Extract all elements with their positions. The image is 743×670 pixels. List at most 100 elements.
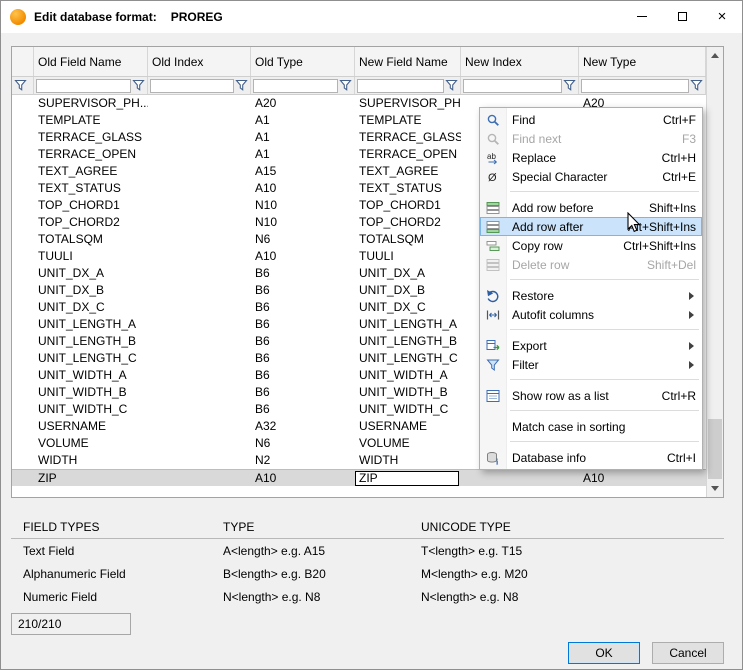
cell-new-field-name[interactable]: TEMPLATE [355,112,461,129]
cell-old-index[interactable] [148,452,251,469]
filter-input-old-index[interactable] [150,79,234,93]
filter-funnel-icon[interactable] [132,79,145,92]
cell-old-field-name[interactable]: UNIT_DX_A [34,265,148,282]
filter-input-new-field-name[interactable] [357,79,444,93]
cell-old-field-name[interactable]: USERNAME [34,418,148,435]
cell-old-field-name[interactable]: TUULI [34,248,148,265]
cell-new-field-name[interactable]: TOP_CHORD2 [355,214,461,231]
menu-item-add-row-after[interactable]: Add row after Alt+Shift+Ins [480,217,702,236]
filter-funnel-icon[interactable] [14,79,27,92]
cell-old-field-name[interactable]: UNIT_WIDTH_C [34,401,148,418]
scroll-up-button[interactable] [707,47,723,64]
cell-old-field-name[interactable]: VOLUME [34,435,148,452]
menu-item-export[interactable]: Export [480,336,702,355]
cell-old-index[interactable] [148,401,251,418]
cell-old-type[interactable]: B6 [251,333,355,350]
column-header-old-index[interactable]: Old Index [148,47,251,76]
cancel-button[interactable]: Cancel [652,642,724,664]
cell-old-field-name[interactable]: UNIT_LENGTH_A [34,316,148,333]
menu-item-add-row-before[interactable]: Add row before Shift+Ins [480,198,702,217]
table-row-selected[interactable]: ZIP A10 ZIP A10 [12,469,706,486]
filter-funnel-icon[interactable] [235,79,248,92]
cell-new-field-name[interactable]: TERRACE_GLASS [355,129,461,146]
maximize-button[interactable] [662,1,702,32]
ok-button[interactable]: OK [568,642,640,664]
cell-new-field-name[interactable]: USERNAME [355,418,461,435]
cell-new-field-name[interactable]: TEXT_AGREE [355,163,461,180]
cell-new-field-name[interactable]: UNIT_DX_C [355,299,461,316]
cell-new-field-name[interactable]: WIDTH [355,452,461,469]
cell-old-type[interactable]: A15 [251,163,355,180]
column-header-old-field-name[interactable]: Old Field Name [34,47,148,76]
cell-old-type[interactable]: A32 [251,418,355,435]
cell-old-field-name[interactable]: UNIT_WIDTH_A [34,367,148,384]
cell-old-type[interactable]: B6 [251,299,355,316]
cell-old-index[interactable] [148,129,251,146]
cell-old-type[interactable]: B6 [251,316,355,333]
cell-old-index[interactable] [148,197,251,214]
cell-old-index[interactable] [148,282,251,299]
cell-old-field-name[interactable]: TEMPLATE [34,112,148,129]
column-header-old-type[interactable]: Old Type [251,47,355,76]
cell-old-type[interactable]: B6 [251,265,355,282]
menu-item-database-info[interactable]: i Database info Ctrl+I [480,448,702,467]
menu-item-match-case-in-sorting[interactable]: Match case in sorting [480,417,702,436]
cell-old-type[interactable]: B6 [251,401,355,418]
cell-old-field-name[interactable]: UNIT_WIDTH_B [34,384,148,401]
menu-item-copy-row[interactable]: Copy row Ctrl+Shift+Ins [480,236,702,255]
cell-new-field-name[interactable]: UNIT_WIDTH_A [355,367,461,384]
column-header-new-index[interactable]: New Index [461,47,579,76]
cell-old-field-name[interactable]: TOP_CHORD1 [34,197,148,214]
menu-item-replace[interactable]: ab Replace Ctrl+H [480,148,702,167]
menu-item-autofit-columns[interactable]: Autofit columns [480,305,702,324]
cell-new-field-name[interactable]: VOLUME [355,435,461,452]
cell-old-type[interactable]: A10 [251,470,355,486]
cell-old-field-name[interactable]: TERRACE_OPEN [34,146,148,163]
cell-new-field-name[interactable]: UNIT_LENGTH_B [355,333,461,350]
cell-old-index[interactable] [148,214,251,231]
minimize-button[interactable] [622,1,662,32]
cell-new-field-name[interactable]: TUULI [355,248,461,265]
cell-old-field-name[interactable]: UNIT_DX_C [34,299,148,316]
menu-item-find[interactable]: Find Ctrl+F [480,110,702,129]
cell-new-field-name[interactable]: UNIT_DX_A [355,265,461,282]
scrollbar-thumb[interactable] [708,419,722,479]
column-header-new-field-name[interactable]: New Field Name [355,47,461,76]
cell-old-index[interactable] [148,265,251,282]
cell-old-index[interactable] [148,350,251,367]
cell-old-index[interactable] [148,367,251,384]
filter-input-new-type[interactable] [581,79,689,93]
cell-new-field-name[interactable]: TERRACE_OPEN [355,146,461,163]
cell-old-field-name[interactable]: WIDTH [34,452,148,469]
cell-old-index[interactable] [148,231,251,248]
cell-new-field-name[interactable]: SUPERVISOR_PH... [355,95,461,112]
cell-old-index[interactable] [148,146,251,163]
cell-old-index[interactable] [148,248,251,265]
cell-old-field-name[interactable]: TERRACE_GLASS [34,129,148,146]
menu-item-filter[interactable]: Filter [480,355,702,374]
cell-old-index[interactable] [148,299,251,316]
cell-old-type[interactable]: N10 [251,197,355,214]
cell-new-field-name[interactable]: UNIT_LENGTH_A [355,316,461,333]
cell-old-field-name[interactable]: UNIT_LENGTH_C [34,350,148,367]
scroll-down-button[interactable] [707,480,723,497]
cell-old-index[interactable] [148,435,251,452]
cell-old-type[interactable]: N10 [251,214,355,231]
cell-old-field-name[interactable]: UNIT_LENGTH_B [34,333,148,350]
filter-funnel-icon[interactable] [563,79,576,92]
cell-old-type[interactable]: A1 [251,146,355,163]
column-header-new-type[interactable]: New Type [579,47,706,76]
cell-old-type[interactable]: N2 [251,452,355,469]
cell-new-field-name[interactable]: UNIT_DX_B [355,282,461,299]
cell-new-field-name[interactable]: UNIT_WIDTH_B [355,384,461,401]
filter-input-old-field-name[interactable] [36,79,131,93]
cell-old-field-name[interactable]: TEXT_STATUS [34,180,148,197]
cell-old-type[interactable]: B6 [251,282,355,299]
cell-old-index[interactable] [148,316,251,333]
cell-new-field-name[interactable]: TEXT_STATUS [355,180,461,197]
cell-old-index[interactable] [148,470,251,486]
cell-old-field-name[interactable]: TOP_CHORD2 [34,214,148,231]
cell-new-field-name[interactable]: TOP_CHORD1 [355,197,461,214]
cell-new-field-name[interactable]: UNIT_WIDTH_C [355,401,461,418]
cell-old-index[interactable] [148,112,251,129]
